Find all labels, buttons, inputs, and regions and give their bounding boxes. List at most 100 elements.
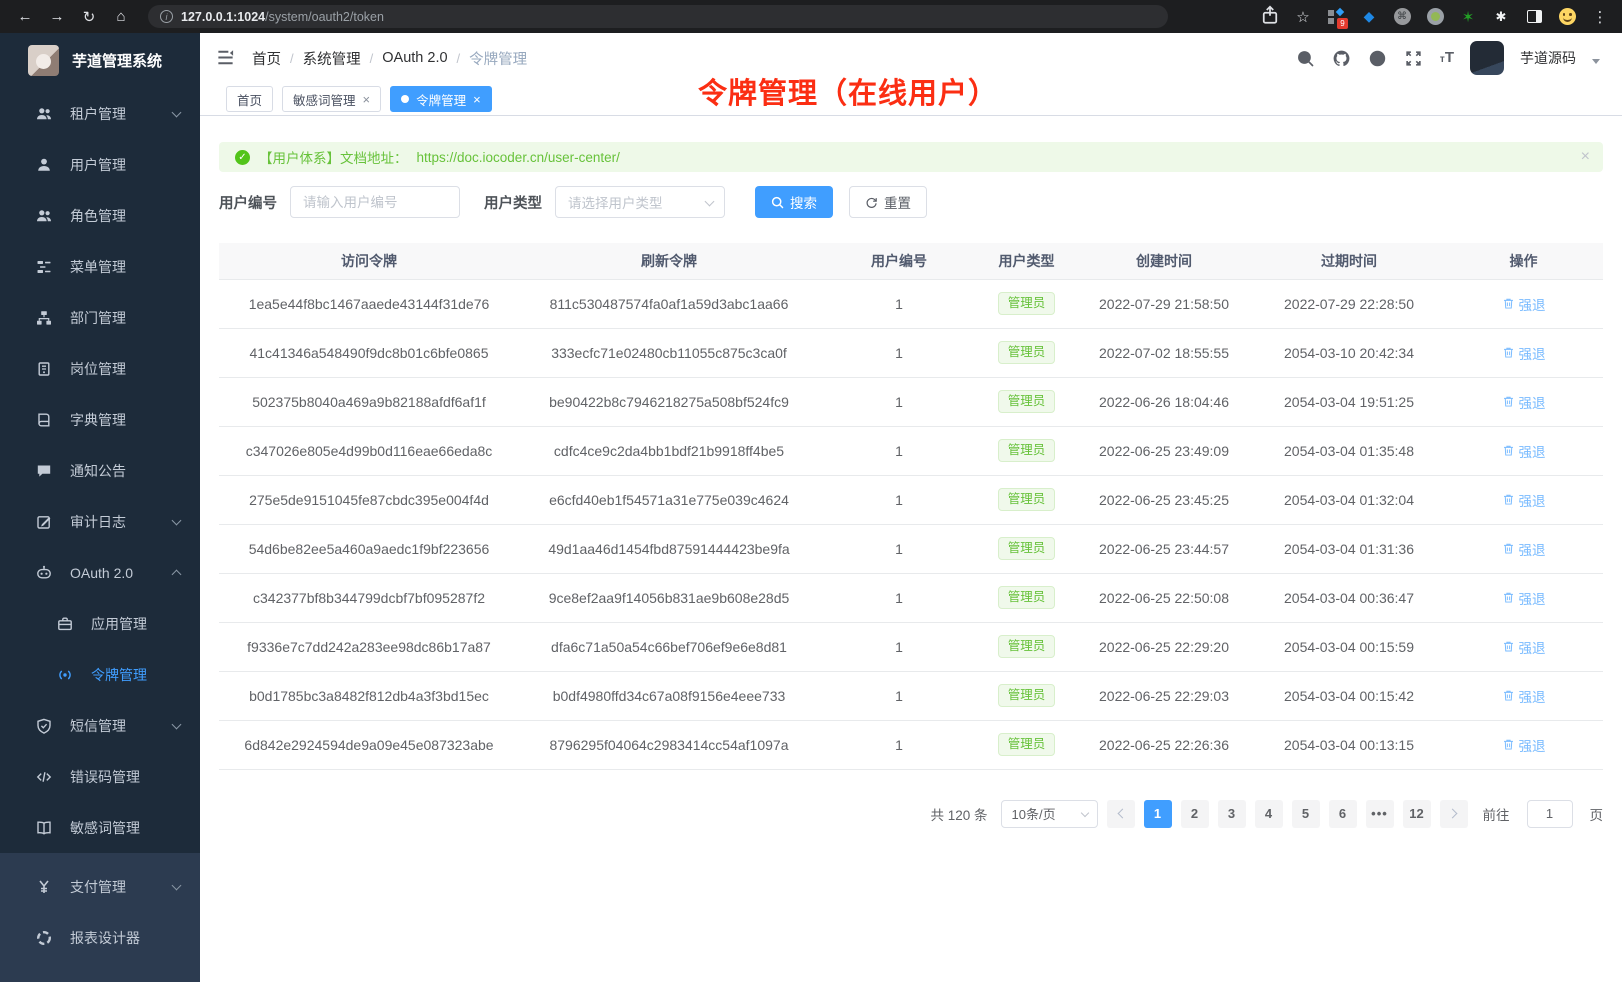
extension-star-icon[interactable]: ✶ <box>1458 7 1478 27</box>
breadcrumb-separator: / <box>457 51 461 66</box>
sidebar-item-sensitive[interactable]: 敏感词管理 <box>0 802 200 853</box>
force-logout-button[interactable]: 强退 <box>1502 539 1546 559</box>
user-avatar[interactable] <box>1470 41 1504 75</box>
logo[interactable]: 芋道管理系统 <box>0 33 200 88</box>
page-button-12[interactable]: 12 <box>1403 800 1431 828</box>
force-logout-button[interactable]: 强退 <box>1502 392 1546 412</box>
created-at-cell: 2022-06-25 22:26:36 <box>1074 720 1254 769</box>
breadcrumb-item[interactable]: 首页 <box>252 48 281 69</box>
user-type-select[interactable]: 请选择用户类型 <box>555 186 725 218</box>
address-bar[interactable]: i 127.0.0.1:1024/system/oauth2/token <box>148 5 1168 28</box>
goto-page-input[interactable] <box>1527 800 1573 828</box>
force-logout-button[interactable]: 强退 <box>1502 686 1546 706</box>
sidebar-item-user[interactable]: 用户管理 <box>0 139 200 190</box>
user-type-cell: 管理员 <box>979 279 1074 328</box>
help-icon[interactable] <box>1368 48 1388 68</box>
sidebar-item-sms[interactable]: 短信管理 <box>0 700 200 751</box>
tab-敏感词管理[interactable]: 敏感词管理× <box>282 86 381 112</box>
force-logout-button[interactable]: 强退 <box>1502 441 1546 461</box>
force-logout-button[interactable]: 强退 <box>1502 735 1546 755</box>
force-logout-button[interactable]: 强退 <box>1502 490 1546 510</box>
page-button-3[interactable]: 3 <box>1218 800 1246 828</box>
page-button-2[interactable]: 2 <box>1181 800 1209 828</box>
next-page-button[interactable] <box>1440 800 1468 828</box>
user-menu-caret-icon[interactable] <box>1592 59 1600 64</box>
page-ellipsis-button[interactable]: ••• <box>1366 800 1394 828</box>
force-logout-button[interactable]: 强退 <box>1502 588 1546 608</box>
reset-button[interactable]: 重置 <box>849 186 927 218</box>
created-at-cell: 2022-07-02 18:55:55 <box>1074 328 1254 377</box>
home-button[interactable]: ⌂ <box>108 5 134 29</box>
sidebar-item-dict[interactable]: 字典管理 <box>0 394 200 445</box>
sidebar-item-post[interactable]: 岗位管理 <box>0 343 200 394</box>
sidebar: 芋道管理系统 租户管理用户管理角色管理菜单管理部门管理岗位管理字典管理通知公告审… <box>0 33 200 982</box>
page-button-6[interactable]: 6 <box>1329 800 1357 828</box>
force-logout-button[interactable]: 强退 <box>1502 343 1546 363</box>
page-size-select[interactable]: 10条/页 <box>1001 800 1098 828</box>
sidebar-item-oauth2-app[interactable]: 应用管理 <box>0 598 200 649</box>
extension-grid-icon[interactable]: 9 <box>1326 7 1346 27</box>
breadcrumb-item: 令牌管理 <box>469 48 527 69</box>
user-type-tag: 管理员 <box>998 488 1056 511</box>
success-check-icon: ✓ <box>235 150 250 165</box>
table-row: 54d6be82ee5a460a9aedc1f9bf22365649d1aa46… <box>219 524 1603 573</box>
expires-at-cell: 2054-03-04 19:51:25 <box>1254 377 1444 426</box>
sidebar-item-notice[interactable]: 通知公告 <box>0 445 200 496</box>
user-type-cell: 管理员 <box>979 524 1074 573</box>
sidebar-item-audit[interactable]: 审计日志 <box>0 496 200 547</box>
user-id-cell: 1 <box>819 573 979 622</box>
profile-emoji-icon[interactable] <box>1557 7 1577 27</box>
signal-icon <box>57 667 73 683</box>
page-button-4[interactable]: 4 <box>1255 800 1283 828</box>
tab-close-icon[interactable]: × <box>473 93 481 106</box>
total-count: 共 120 条 <box>930 804 987 824</box>
sidebar-item-role[interactable]: 角色管理 <box>0 190 200 241</box>
forward-button[interactable]: → <box>44 5 70 29</box>
sidebar-item-menu[interactable]: 菜单管理 <box>0 241 200 292</box>
user-id-input[interactable] <box>290 186 460 218</box>
fullscreen-icon[interactable] <box>1404 48 1424 68</box>
force-logout-button[interactable]: 强退 <box>1502 637 1546 657</box>
user-type-tag: 管理员 <box>998 341 1056 364</box>
sidebar-item-dept[interactable]: 部门管理 <box>0 292 200 343</box>
breadcrumb-item[interactable]: 系统管理 <box>303 48 361 69</box>
reload-button[interactable]: ↻ <box>76 5 102 29</box>
sidebar-item-errcode[interactable]: 错误码管理 <box>0 751 200 802</box>
tab-令牌管理[interactable]: 令牌管理× <box>390 86 492 112</box>
user-type-cell: 管理员 <box>979 475 1074 524</box>
search-button[interactable]: 搜索 <box>755 186 833 218</box>
back-button[interactable]: ← <box>12 5 38 29</box>
user-type-cell: 管理员 <box>979 720 1074 769</box>
bookmark-star-icon[interactable]: ☆ <box>1293 8 1313 26</box>
access-token-cell: b0d1785bc3a8482f812db4a3f3bd15ec <box>219 671 519 720</box>
tab-首页[interactable]: 首页 <box>226 86 273 112</box>
chevron-down-icon <box>172 720 182 730</box>
doc-link[interactable]: https://doc.iocoder.cn/user-center/ <box>417 150 620 165</box>
sidebar-item-oauth2[interactable]: OAuth 2.0 <box>0 547 200 598</box>
tab-close-icon[interactable]: × <box>363 93 371 106</box>
prev-page-button[interactable] <box>1107 800 1135 828</box>
user-name[interactable]: 芋道源码 <box>1520 48 1576 68</box>
extension-cmd-icon[interactable]: ⌘ <box>1392 7 1412 27</box>
page-button-1[interactable]: 1 <box>1144 800 1172 828</box>
user-type-tag: 管理员 <box>998 586 1056 609</box>
side-panel-icon[interactable] <box>1524 7 1544 27</box>
github-icon[interactable] <box>1332 48 1352 68</box>
sidebar-item-pay[interactable]: 支付管理 <box>0 861 200 912</box>
page-button-5[interactable]: 5 <box>1292 800 1320 828</box>
alert-close-icon[interactable]: × <box>1581 149 1590 165</box>
extension-gem-icon[interactable]: ◆ <box>1359 7 1379 27</box>
browser-menu-icon[interactable]: ⋮ <box>1590 8 1610 26</box>
sidebar-item-oauth2-token[interactable]: 令牌管理 <box>0 649 200 700</box>
extension-record-icon[interactable] <box>1425 7 1445 27</box>
font-size-icon[interactable]: тT <box>1440 49 1454 67</box>
breadcrumb-item[interactable]: OAuth 2.0 <box>382 50 447 66</box>
collapse-sidebar-icon[interactable] <box>216 48 236 68</box>
sidebar-item-report[interactable]: 报表设计器 <box>0 912 200 963</box>
share-icon[interactable] <box>1260 5 1280 29</box>
force-logout-button[interactable]: 强退 <box>1502 294 1546 314</box>
sidebar-item-tenant[interactable]: 租户管理 <box>0 88 200 139</box>
site-info-icon[interactable]: i <box>160 10 173 23</box>
extension-puzzle-icon[interactable]: ✱ <box>1491 7 1511 27</box>
search-icon[interactable] <box>1296 48 1316 68</box>
